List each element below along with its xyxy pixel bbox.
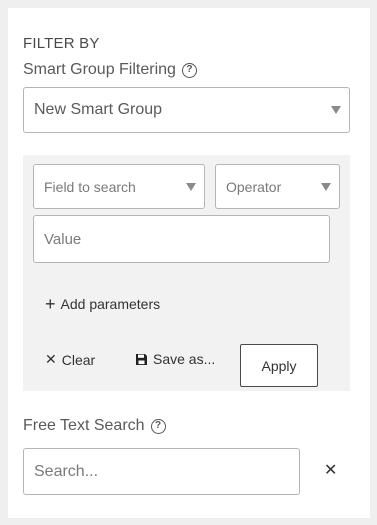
value-input[interactable]: Value bbox=[33, 215, 330, 263]
filter-panel: FILTER BY Smart Group Filtering ? New Sm… bbox=[8, 8, 370, 518]
smart-group-label: Smart Group Filtering bbox=[23, 61, 176, 78]
floppy-disk-icon bbox=[135, 353, 148, 366]
smart-group-select[interactable]: New Smart Group bbox=[23, 87, 350, 133]
save-as-label: Save as... bbox=[153, 351, 216, 367]
field-to-search-placeholder: Field to search bbox=[44, 178, 136, 195]
operator-placeholder: Operator bbox=[226, 178, 282, 195]
value-placeholder: Value bbox=[44, 230, 82, 248]
free-text-label: Free Text Search bbox=[23, 417, 145, 434]
help-icon[interactable]: ? bbox=[150, 418, 166, 434]
plus-icon: + bbox=[45, 294, 56, 314]
clear-search-icon[interactable]: ✕ bbox=[324, 460, 337, 480]
parameters-box: Field to search Operator Value + Add par… bbox=[23, 155, 350, 391]
free-text-search-input[interactable]: Search... bbox=[23, 448, 300, 495]
chevron-down-icon bbox=[331, 106, 341, 114]
add-parameters-button[interactable]: + Add parameters bbox=[45, 295, 160, 313]
save-as-button[interactable]: Save as... bbox=[135, 351, 215, 367]
chevron-down-icon bbox=[321, 182, 331, 191]
smart-group-selected-value: New Smart Group bbox=[34, 101, 163, 118]
operator-select[interactable]: Operator bbox=[215, 164, 340, 209]
close-icon: ✕ bbox=[45, 351, 57, 367]
smart-group-label-row: Smart Group Filtering ? bbox=[23, 61, 197, 79]
clear-button[interactable]: ✕ Clear bbox=[45, 351, 95, 368]
apply-button[interactable]: Apply bbox=[240, 344, 318, 387]
filter-by-heading: FILTER BY bbox=[23, 35, 100, 52]
search-placeholder: Search... bbox=[34, 462, 99, 480]
field-to-search-select[interactable]: Field to search bbox=[33, 164, 205, 209]
clear-label: Clear bbox=[61, 351, 96, 368]
chevron-down-icon bbox=[186, 182, 196, 191]
free-text-label-row: Free Text Search ? bbox=[23, 417, 166, 435]
help-icon[interactable]: ? bbox=[181, 62, 197, 78]
add-parameters-label: Add parameters bbox=[60, 296, 161, 312]
